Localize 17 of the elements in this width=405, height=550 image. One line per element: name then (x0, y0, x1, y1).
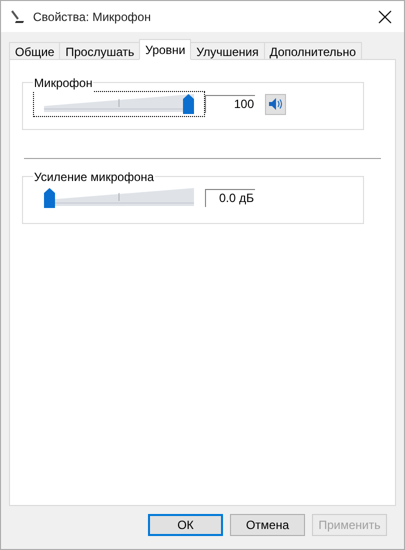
value-field[interactable]: 0.0 дБ (205, 189, 255, 207)
speaker-icon (268, 98, 282, 110)
tab[interactable]: Дополнительно (264, 42, 362, 60)
tab[interactable]: Уровни (139, 39, 192, 60)
slider[interactable] (33, 91, 205, 117)
tab[interactable]: Улучшения (190, 42, 265, 60)
microphone-icon (11, 10, 25, 24)
slider-thumb[interactable] (183, 94, 194, 114)
tab[interactable]: Прослушать (59, 42, 140, 60)
mute-button[interactable] (265, 94, 286, 114)
tab[interactable]: Общие (9, 42, 60, 60)
dialog-button[interactable]: Отмена (230, 514, 305, 536)
window-title: Свойства: Микрофон (33, 8, 152, 26)
value-field[interactable]: 100 (205, 95, 255, 113)
slider-thumb[interactable] (44, 188, 55, 208)
close-icon[interactable] (378, 10, 392, 24)
dialog-button[interactable]: ОК (148, 514, 223, 536)
